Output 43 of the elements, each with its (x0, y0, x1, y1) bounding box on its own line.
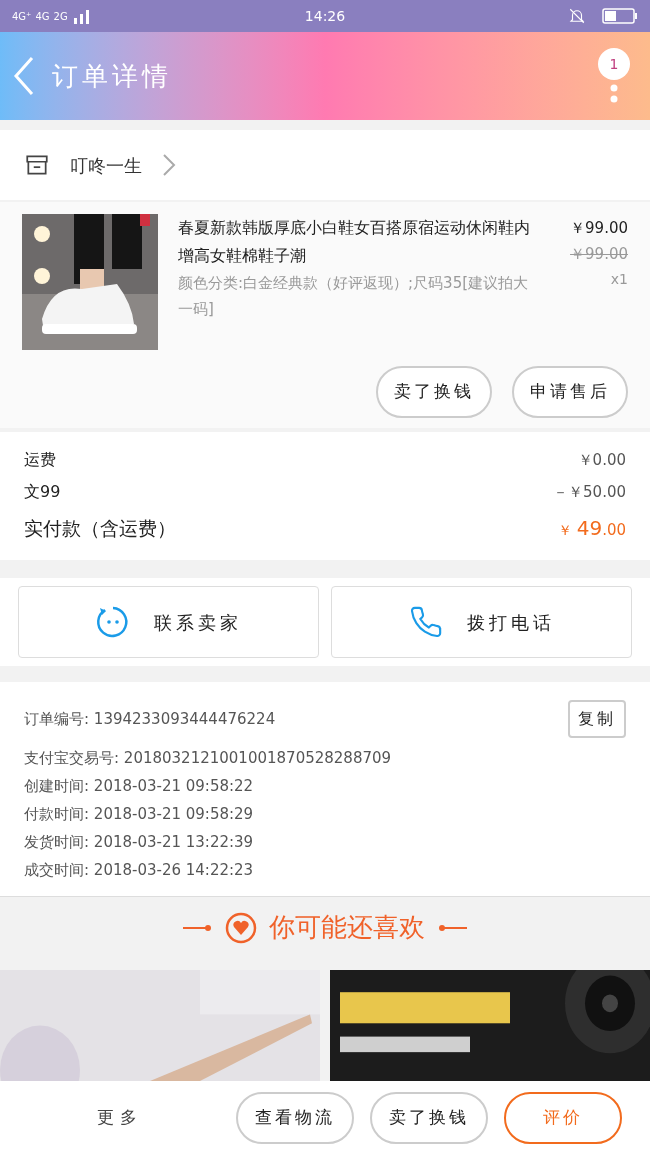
bottom-action-button[interactable]: 卖了换钱 (370, 1092, 488, 1144)
total-amount: ￥ 49.00 (558, 515, 626, 542)
more-link[interactable]: 更多 (20, 1105, 220, 1131)
page-title: 订单详情 (52, 59, 172, 93)
order-info-line: 发货时间: 2018-03-21 13:22:39 (24, 832, 254, 853)
product-title: 春夏新款韩版厚底小白鞋女百搭原宿运动休闲鞋内增高女鞋棉鞋子潮 (178, 217, 531, 267)
cost-label: 运费 (24, 449, 56, 471)
arrow-line-icon (183, 922, 213, 933)
copy-button[interactable]: 复制 (568, 700, 626, 738)
arrow-line-icon (437, 922, 467, 933)
recommend-heading: 你可能还喜欢 (269, 911, 425, 944)
order-info-line: 成交时间: 2018-03-26 14:22:23 (24, 860, 254, 881)
network-label: 2G (53, 9, 68, 24)
cost-value: ￥0.00 (577, 449, 626, 471)
network-label: 4G (35, 9, 50, 24)
bottom-action-button[interactable]: 查看物流 (236, 1092, 354, 1144)
notification-badge: 1 (598, 48, 630, 80)
shop-row[interactable]: 叮咚一生 (0, 130, 650, 200)
action-button[interactable]: 申请售后 (512, 366, 628, 418)
quantity: x1 (610, 270, 628, 289)
chat-icon (95, 605, 130, 639)
cost-label: 文99 (24, 481, 61, 503)
price: ￥99.00 (570, 218, 628, 239)
order-info-line: 付款时间: 2018-03-21 09:58:29 (24, 804, 254, 825)
contact-button[interactable]: 拨打电话 (331, 586, 632, 658)
battery-icon (602, 7, 638, 25)
order-info-line: 支付宝交易号: 2018032121001001870528288709 (24, 748, 392, 769)
back-icon[interactable] (12, 56, 36, 96)
action-button[interactable]: 卖了换钱 (376, 366, 492, 418)
original-price: ￥99.00 (570, 244, 628, 265)
network-label: 4G⁺ (12, 9, 32, 24)
shop-name: 叮咚一生 (70, 153, 142, 178)
cost-value: －￥50.00 (553, 481, 626, 503)
order-info-line: 订单编号: 1394233093444476224 (24, 709, 276, 730)
bell-muted-icon (568, 7, 586, 25)
chevron-right-icon (162, 153, 176, 177)
clock: 14:26 (303, 6, 347, 26)
phone-icon (408, 605, 443, 639)
contact-button[interactable]: 联系卖家 (18, 586, 319, 658)
store-icon (24, 152, 50, 178)
order-info-line: 创建时间: 2018-03-21 09:58:22 (24, 776, 254, 797)
total-label: 实付款（含运费） (24, 515, 176, 541)
product-specs: 颜色分类:白金经典款（好评返现）;尺码35[建议拍大一码] (178, 273, 530, 320)
